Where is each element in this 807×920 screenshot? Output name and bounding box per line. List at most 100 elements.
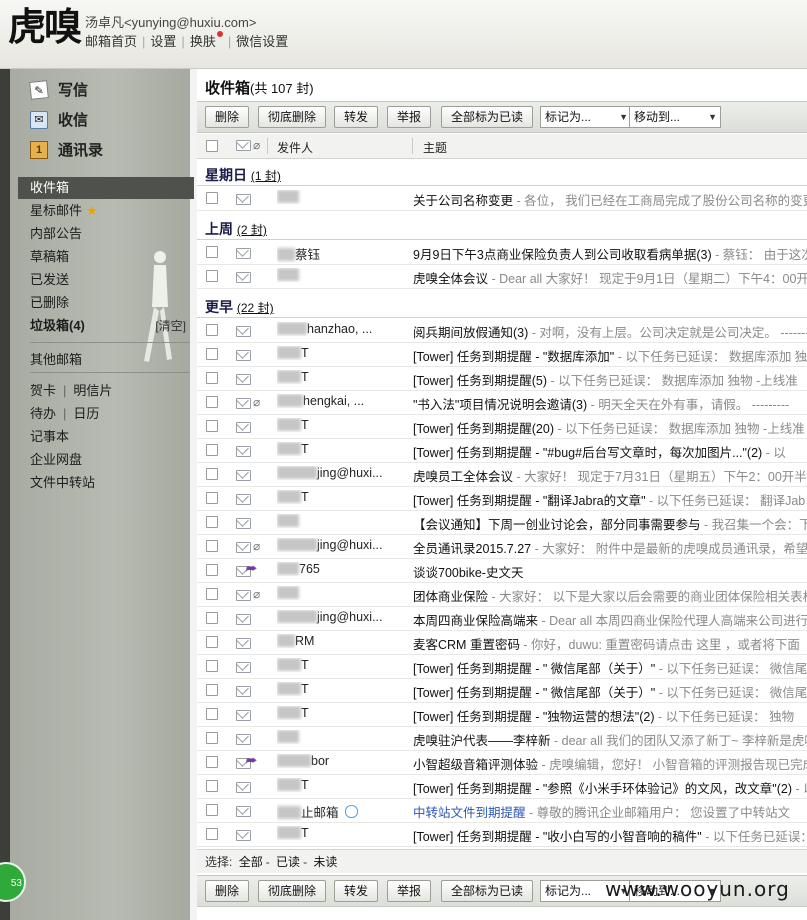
mail-row[interactable]: 虎嗅全体会议 - Dear all 大家好！ 现定于9月1日（星期二）下午4：0… (197, 264, 807, 289)
receive-button[interactable]: ✉ 收信 (30, 109, 88, 130)
permanent-delete-button[interactable]: 彻底删除 (258, 880, 327, 902)
row-checkbox[interactable] (206, 588, 218, 600)
row-subject[interactable]: [Tower] 任务到期提醒 - "#bug#后台写文章时，每次加图片..."(… (413, 442, 807, 461)
calendar-link[interactable]: 日历 (73, 406, 99, 421)
folder-starred[interactable]: 星标邮件 ★ (30, 200, 192, 222)
row-subject[interactable]: 小智超级音箱评测体验 - 虎嗅编辑，您好！ 小智音箱的评测报告现已完成， (413, 754, 807, 773)
row-checkbox[interactable] (206, 192, 218, 204)
mail-row[interactable]: ⮫ 765 谈谈700bike-史文天 (197, 558, 807, 583)
mail-row[interactable]: jing@huxi... 虎嗅员工全体会议 - 大家好！ 现定于7月31日（星期五… (197, 462, 807, 487)
row-checkbox[interactable] (206, 516, 218, 528)
nav-mail-home[interactable]: 邮箱首页 (85, 34, 137, 49)
select-unread-link[interactable]: 未读 (313, 855, 337, 869)
contacts-button[interactable]: 1 通讯录 (30, 139, 103, 160)
row-checkbox[interactable] (206, 612, 218, 624)
read-status-column-icon[interactable] (236, 140, 251, 151)
mail-row[interactable]: T [Tower] 任务到期提醒 - "参照《小米手环体验记》的文风，改文章"(2… (197, 774, 807, 799)
row-checkbox[interactable] (206, 348, 218, 360)
row-checkbox[interactable] (206, 660, 218, 672)
folder-spam[interactable]: 垃圾箱(4) [清空] (30, 315, 192, 337)
row-checkbox[interactable] (206, 828, 218, 840)
row-subject[interactable]: 虎嗅员工全体会议 - 大家好！ 现定于7月31日（星期五）下午2：00开半年 (413, 466, 807, 485)
folder-inbox[interactable]: 收件箱 (18, 177, 194, 199)
row-subject[interactable]: 虎嗅驻沪代表——李梓新 - dear all 我们的团队又添了新丁~ 李梓新是虎… (413, 730, 807, 749)
row-checkbox[interactable] (206, 444, 218, 456)
mail-row[interactable]: T [Tower] 任务到期提醒(5) - 以下任务已延误： 数据库添加 独物 -… (197, 366, 807, 391)
row-subject[interactable]: 【会议通知】下周一创业讨论会，部分同事需要参与 - 我召集一个会：下周 (413, 514, 807, 533)
netdisk-link[interactable]: 企业网盘 (30, 449, 82, 468)
attachment-column-icon[interactable]: ⌀ (253, 138, 260, 152)
row-subject[interactable]: [Tower] 任务到期提醒 - "数据库添加" - 以下任务已延误： 数据库添… (413, 346, 807, 365)
row-subject[interactable]: [Tower] 任务到期提醒 - "翻译Jabra的文章" - 以下任务已延误：… (413, 490, 807, 509)
clear-spam-link[interactable]: [清空] (155, 315, 186, 337)
mail-row[interactable]: hanzhao, ... 阅兵期间放假通知(3) - 对啊，没有上层。公司决定就是… (197, 318, 807, 343)
folder-sent[interactable]: 已发送 (30, 269, 192, 291)
mail-row[interactable]: T [Tower] 任务到期提醒 - "独物运营的想法"(2) - 以下任务已延误… (197, 702, 807, 727)
file-transfer-link[interactable]: 文件中转站 (30, 472, 95, 491)
move-to-select[interactable]: 移动到... ▼ (629, 106, 721, 128)
delete-button[interactable]: 删除 (205, 880, 250, 902)
subject-column-header[interactable]: 主题 (423, 139, 447, 156)
postcard-link[interactable]: 明信片 (73, 383, 112, 398)
folder-deleted[interactable]: 已删除 (30, 292, 192, 314)
mail-row[interactable]: 【会议通知】下周一创业讨论会，部分同事需要参与 - 我召集一个会：下周 (197, 510, 807, 535)
mail-row[interactable]: 蔡钰 9月9日下午3点商业保险负责人到公司收取看病单据(3) - 蔡钰： 由于这次 (197, 240, 807, 265)
row-subject[interactable]: [Tower] 任务到期提醒 - " 微信尾部（关于）" - 以下任务已延误： … (413, 682, 807, 701)
row-checkbox[interactable] (206, 708, 218, 720)
row-subject[interactable]: [Tower] 任务到期提醒 - "独物运营的想法"(2) - 以下任务已延误：… (413, 706, 807, 725)
row-subject[interactable]: 中转站文件到期提醒 - 尊敬的腾讯企业邮箱用户： 您设置了中转站文 (413, 802, 807, 821)
mail-row[interactable]: T [Tower] 任务到期提醒 - "数据库添加" - 以下任务已延误： 数据库… (197, 342, 807, 367)
report-button[interactable]: 举报 (387, 880, 432, 902)
mail-row[interactable]: 关于公司名称变更 - 各位， 我们已经在工商局完成了股份公司名称的变更， (197, 186, 807, 211)
row-checkbox[interactable] (206, 246, 218, 258)
row-checkbox[interactable] (206, 804, 218, 816)
mark-as-select[interactable]: 标记为... ▼ (540, 106, 632, 128)
row-checkbox[interactable] (206, 492, 218, 504)
mail-row[interactable]: T [Tower] 任务到期提醒 - " 微信尾部（关于）" - 以下任务已延误：… (197, 654, 807, 679)
logo[interactable]: 虎嗅 (8, 4, 82, 50)
row-checkbox[interactable] (206, 780, 218, 792)
todo-link[interactable]: 待办 (30, 406, 56, 421)
notebook-link[interactable]: 记事本 (30, 426, 69, 445)
row-subject[interactable]: 阅兵期间放假通知(3) - 对啊，没有上层。公司决定就是公司决定。 ------… (413, 322, 807, 341)
select-all-checkbox[interactable] (206, 140, 218, 152)
row-checkbox[interactable] (206, 636, 218, 648)
row-checkbox[interactable] (206, 324, 218, 336)
nav-settings[interactable]: 设置 (150, 34, 176, 49)
row-checkbox[interactable] (206, 540, 218, 552)
mark-all-read-button[interactable]: 全部标为已读 (441, 106, 534, 128)
mail-row[interactable]: T [Tower] 任务到期提醒 - "翻译Jabra的文章" - 以下任务已延误… (197, 486, 807, 511)
row-subject[interactable]: 团体商业保险 - 大家好： 以下是大家以后会需要的商业团体保险相关表格， (413, 586, 807, 605)
select-read-link[interactable]: 已读 (276, 855, 300, 869)
mark-all-read-button[interactable]: 全部标为已读 (441, 880, 534, 902)
mail-row[interactable]: T [Tower] 任务到期提醒 - " 微信尾部（关于）" - 以下任务已延误：… (197, 678, 807, 703)
mail-row[interactable]: 虎嗅驻沪代表——李梓新 - dear all 我们的团队又添了新丁~ 李梓新是虎… (197, 726, 807, 751)
row-subject[interactable]: [Tower] 任务到期提醒(5) - 以下任务已延误： 数据库添加 独物 -上… (413, 370, 807, 389)
mail-row[interactable]: T [Tower] 任务到期提醒 - "收小白写的小智音响的稿件" - 以下任务已… (197, 822, 807, 847)
row-subject[interactable]: [Tower] 任务到期提醒(20) - 以下任务已延误： 数据库添加 独物 -… (413, 418, 807, 437)
select-all-link[interactable]: 全部 (239, 855, 263, 869)
row-subject[interactable]: 全员通讯录2015.7.27 - 大家好： 附件中是最新的虎嗅成员通讯录，希望 (413, 538, 807, 557)
row-checkbox[interactable] (206, 420, 218, 432)
row-checkbox[interactable] (206, 684, 218, 696)
folder-other-mailboxes[interactable]: 其他邮箱 (30, 349, 82, 368)
row-subject[interactable]: "书入法"项目情况说明会邀请(3) - 明天全天在外有事，请假。 -------… (413, 394, 807, 413)
row-subject[interactable]: 谈谈700bike-史文天 (413, 562, 807, 581)
report-button[interactable]: 举报 (387, 106, 432, 128)
mail-row[interactable]: ⌀ hengkai, ... "书入法"项目情况说明会邀请(3) - 明天全天在外有… (197, 390, 807, 415)
mail-row[interactable]: T [Tower] 任务到期提醒(20) - 以下任务已延误： 数据库添加 独物 … (197, 414, 807, 439)
mail-row[interactable]: ⌀ 团体商业保险 - 大家好： 以下是大家以后会需要的商业团体保险相关表格， (197, 582, 807, 607)
sender-column-header[interactable]: 发件人 (277, 139, 313, 156)
folder-announcements[interactable]: 内部公告 (30, 223, 192, 245)
mail-row[interactable]: RM 麦客CRM 重置密码 - 你好，duwu: 重置密码请点击 这里 ，或者将下… (197, 630, 807, 655)
mail-row[interactable]: ⮫ bor 小智超级音箱评测体验 - 虎嗅编辑，您好！ 小智音箱的评测报告现已完成， (197, 750, 807, 775)
row-checkbox[interactable] (206, 756, 218, 768)
forward-button[interactable]: 转发 (334, 106, 379, 128)
nav-skin[interactable]: 换肤 (190, 34, 216, 49)
row-subject[interactable]: [Tower] 任务到期提醒 - "参照《小米手环体验记》的文风，改文章"(2)… (413, 778, 807, 797)
row-subject[interactable]: [Tower] 任务到期提醒 - "收小白写的小智音响的稿件" - 以下任务已延… (413, 826, 807, 845)
folder-drafts[interactable]: 草稿箱 (30, 246, 192, 268)
delete-button[interactable]: 删除 (205, 106, 250, 128)
nav-wechat-settings[interactable]: 微信设置 (236, 34, 288, 49)
forward-button[interactable]: 转发 (334, 880, 379, 902)
